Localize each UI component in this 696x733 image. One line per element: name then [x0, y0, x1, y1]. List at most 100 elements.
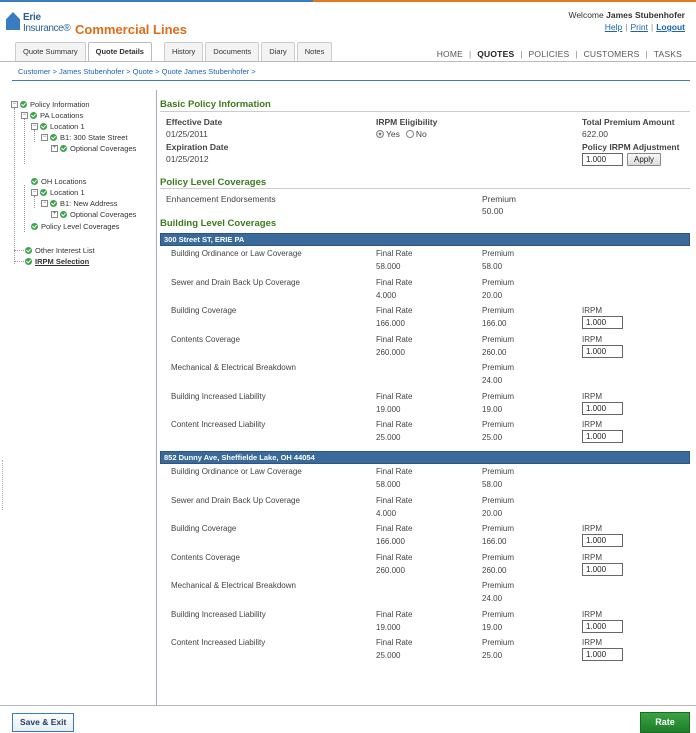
tree-pa-locations[interactable]: − PA Locations — [21, 111, 83, 120]
irpm-label: IRPM — [582, 334, 602, 344]
check-icon — [40, 123, 47, 130]
policy-irpm-input[interactable]: 1.000 — [582, 153, 623, 166]
tab-quote-summary[interactable]: Quote Summary — [15, 42, 86, 61]
nav-home[interactable]: HOME — [437, 49, 463, 59]
nav-quotes[interactable]: QUOTES — [477, 49, 514, 59]
final-rate-label: Final Rate — [376, 524, 413, 533]
check-icon — [20, 101, 27, 108]
irpm-input[interactable]: 1.000 — [582, 344, 623, 358]
check-icon — [40, 189, 47, 196]
irpm-input[interactable]: 1.000 — [582, 619, 623, 633]
irpm-input[interactable]: 1.000 — [582, 534, 623, 547]
coverage-name: Mechanical & Electrical Breakdown — [171, 581, 296, 590]
premium-label: Premium — [482, 552, 515, 562]
tree-oh-locations[interactable]: OH Locations — [31, 177, 86, 186]
final-rate-value: 260.000 — [376, 347, 405, 357]
tab-history[interactable]: History — [163, 42, 204, 61]
nav-tasks[interactable]: TASKS — [654, 49, 682, 59]
premium-value: 24.00 — [482, 376, 503, 385]
welcome-prefix: Welcome — [568, 10, 604, 20]
coverage-row: Contents Coverage Final Rate 260.000 Premiu… — [160, 333, 690, 361]
expiration-date-value: 01/25/2012 — [166, 154, 209, 164]
premium-value: 25.00 — [482, 651, 503, 660]
erie-logo[interactable]: Erie Insurance® — [6, 12, 72, 38]
quote-tabs: Quote Summary Quote Details History Docu… — [15, 42, 333, 62]
print-link[interactable]: Print — [631, 22, 648, 32]
premium-value: 260.00 — [482, 565, 507, 575]
premium-value: 19.00 — [482, 404, 503, 414]
expand-icon[interactable]: + — [51, 145, 58, 152]
premium-value: 20.00 — [482, 508, 503, 518]
tree-policy-level-coverages[interactable]: Policy Level Coverages — [31, 222, 119, 231]
effective-date-label: Effective Date — [166, 117, 223, 127]
collapse-icon[interactable]: − — [31, 189, 38, 196]
coverage-row: Content Increased Liability Final Rate 25.… — [160, 636, 690, 664]
tree-pa-optional-coverages[interactable]: + Optional Coverages — [51, 144, 136, 153]
tree-oh-building-1[interactable]: − B1: New Address — [41, 199, 118, 208]
premium-value: 166.00 — [482, 319, 507, 328]
premium-label: Premium — [482, 391, 515, 401]
collapse-icon[interactable]: − — [41, 134, 48, 141]
collapse-icon[interactable]: − — [21, 112, 28, 119]
irpm-label: IRPM — [582, 420, 602, 429]
rate-button[interactable]: Rate — [640, 712, 690, 733]
tree-pa-building-1[interactable]: − B1: 300 State Street — [41, 133, 128, 142]
tree-other-interest-list[interactable]: Other Interest List — [25, 246, 95, 255]
final-rate-label: Final Rate — [376, 609, 413, 619]
coverage-name: Content Increased Liability — [171, 638, 266, 647]
premium-label: Premium — [482, 638, 515, 647]
premium-value: 58.00 — [482, 480, 503, 489]
check-icon — [31, 223, 38, 230]
expand-icon[interactable]: + — [51, 211, 58, 218]
irpm-no-label: No — [415, 128, 427, 139]
coverage-name: Building Ordinance or Law Coverage — [171, 249, 302, 258]
nav-customers[interactable]: CUSTOMERS — [584, 49, 640, 59]
collapse-icon[interactable]: − — [11, 101, 18, 108]
tree-irpm-selection[interactable]: IRPM Selection — [25, 257, 89, 266]
tree-connector — [34, 130, 35, 142]
irpm-input[interactable]: 1.000 — [582, 648, 623, 661]
final-rate-label: Final Rate — [376, 277, 413, 287]
tree-oh-location-1[interactable]: − Location 1 — [31, 188, 85, 197]
check-icon — [31, 178, 38, 185]
tree-label: Location 1 — [50, 188, 85, 197]
pane-splitter-handle[interactable] — [2, 460, 4, 510]
tab-documents[interactable]: Documents — [205, 42, 260, 61]
final-rate-label: Final Rate — [376, 249, 413, 258]
nav-policies[interactable]: POLICIES — [529, 49, 570, 59]
utility-links: Help | Print | Logout — [605, 22, 685, 32]
logout-link[interactable]: Logout — [656, 22, 685, 32]
tab-notes[interactable]: Notes — [296, 42, 333, 61]
tree-oh-optional-coverages[interactable]: + Optional Coverages — [51, 210, 136, 219]
collapse-icon[interactable]: − — [41, 200, 48, 207]
final-rate-value: 4.000 — [376, 290, 397, 300]
irpm-label: IRPM — [582, 552, 602, 562]
premium-value: 166.00 — [482, 537, 507, 546]
collapse-icon[interactable]: − — [31, 123, 38, 130]
expiration-date-label: Expiration Date — [166, 142, 229, 152]
tree-label: Other Interest List — [35, 246, 95, 255]
help-link[interactable]: Help — [605, 22, 622, 32]
irpm-eligibility-radios: Yes No — [376, 128, 433, 139]
irpm-input[interactable]: 1.000 — [582, 316, 623, 329]
user-name: James Stubenhofer — [606, 10, 685, 20]
tree-pa-location-1[interactable]: − Location 1 — [31, 122, 85, 131]
coverage-name: Sewer and Drain Back Up Coverage — [171, 495, 300, 505]
irpm-no-radio[interactable] — [405, 129, 414, 138]
premium-label: Premium — [482, 363, 515, 372]
irpm-input[interactable]: 1.000 — [582, 430, 623, 443]
tab-quote-details[interactable]: Quote Details — [87, 42, 152, 62]
tree-policy-information[interactable]: − Policy Information — [11, 100, 90, 109]
final-rate-value: 166.000 — [376, 319, 405, 328]
apply-button[interactable]: Apply — [627, 153, 662, 166]
total-premium-label: Total Premium Amount — [582, 117, 675, 127]
irpm-yes-radio[interactable] — [376, 129, 384, 138]
tab-diary[interactable]: Diary — [261, 42, 295, 61]
irpm-input[interactable]: 1.000 — [582, 401, 623, 415]
coverage-row: Building Ordinance or Law Coverage Final … — [160, 247, 690, 275]
save-exit-button[interactable]: Save & Exit — [12, 713, 75, 732]
breadcrumb[interactable]: Customer > James Stubenhofer > Quote > Q… — [18, 67, 256, 76]
irpm-input[interactable]: 1.000 — [582, 562, 623, 576]
policy-irpm-label: Policy IRPM Adjustment — [582, 142, 680, 152]
final-rate-label: Final Rate — [376, 306, 413, 315]
